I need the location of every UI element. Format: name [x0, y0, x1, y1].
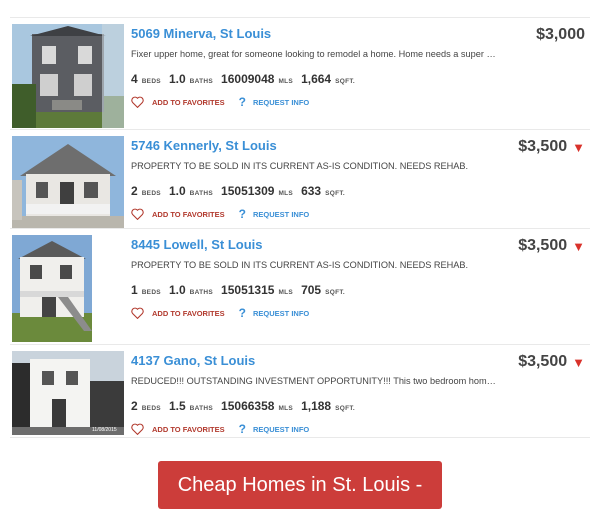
- price-drop-icon: ▼: [572, 354, 585, 370]
- heart-outline-icon: [131, 96, 144, 108]
- heart-outline-icon: [131, 208, 144, 220]
- request-info-label: REQUEST INFO: [253, 424, 310, 434]
- price-value: $3,000: [536, 26, 585, 43]
- cheap-homes-cta-button[interactable]: Cheap Homes in St. Louis -: [158, 461, 442, 509]
- add-to-favorites-button[interactable]: ADD TO FAVORITES: [131, 423, 225, 435]
- sqft-label: SQFT.: [335, 78, 356, 85]
- sqft-value: 1,188: [301, 399, 332, 413]
- listing-actions: ADD TO FAVORITES ? REQUEST INFO: [131, 207, 590, 221]
- mls-number: 16009048: [221, 72, 275, 86]
- request-info-label: REQUEST INFO: [253, 308, 310, 318]
- question-mark-icon: ?: [238, 207, 246, 221]
- listing-card: 5069 Minerva, St Louis $3,000 Fixer uppe…: [10, 18, 590, 128]
- listing-actions: ADD TO FAVORITES ? REQUEST INFO: [131, 422, 590, 436]
- request-info-button[interactable]: ? REQUEST INFO: [239, 207, 310, 221]
- listing-stats: 4 BEDS 1.0 BATHS 16009048 MLS 1,664 SQFT…: [131, 72, 590, 86]
- beds-label: BEDS: [141, 190, 161, 197]
- baths-label: BATHS: [189, 78, 214, 85]
- request-info-label: REQUEST INFO: [253, 97, 310, 107]
- beds-label: BEDS: [141, 289, 161, 296]
- price-value: $3,500: [518, 138, 568, 155]
- add-to-favorites-button[interactable]: ADD TO FAVORITES: [131, 96, 225, 108]
- listing-price: $3,500 ▼: [518, 353, 585, 371]
- mls-label: MLS: [278, 190, 294, 197]
- question-mark-icon: ?: [238, 422, 246, 436]
- listing-address-link[interactable]: 5069 Minerva, St Louis: [131, 26, 590, 41]
- add-to-favorites-label: ADD TO FAVORITES: [152, 209, 225, 219]
- baths-count: 1.5: [168, 399, 186, 413]
- listing-card: 8445 Lowell, St Louis $3,500 ▼ PROPERTY …: [10, 229, 590, 343]
- add-to-favorites-button[interactable]: ADD TO FAVORITES: [131, 307, 225, 319]
- listing-description: PROPERTY TO BE SOLD IN ITS CURRENT AS-IS…: [131, 260, 469, 270]
- listing-stats: 1 BEDS 1.0 BATHS 15051315 MLS 705 SQFT.: [131, 283, 590, 297]
- request-info-button[interactable]: ? REQUEST INFO: [239, 306, 310, 320]
- add-to-favorites-label: ADD TO FAVORITES: [152, 308, 225, 318]
- baths-count: 1.0: [168, 72, 186, 86]
- listing-price: $3,500 ▼: [518, 237, 585, 255]
- mls-label: MLS: [278, 405, 294, 412]
- photo-date-stamp: 11/08/2015: [92, 427, 117, 433]
- heart-outline-icon: [131, 307, 144, 319]
- listing-price: $3,000: [536, 26, 585, 44]
- divider: [10, 437, 590, 438]
- sqft-label: SQFT.: [325, 289, 346, 296]
- add-to-favorites-label: ADD TO FAVORITES: [152, 97, 225, 107]
- price-drop-icon: ▼: [572, 139, 585, 155]
- listing-stats: 2 BEDS 1.0 BATHS 15051309 MLS 633 SQFT.: [131, 184, 590, 198]
- mls-label: MLS: [278, 78, 294, 85]
- listing-description: REDUCED!!! OUTSTANDING INVESTMENT OPPORT…: [131, 376, 499, 386]
- sqft-value: 1,664: [301, 72, 332, 86]
- sqft-label: SQFT.: [335, 405, 356, 412]
- sqft-value: 633: [301, 184, 322, 198]
- baths-label: BATHS: [189, 405, 214, 412]
- listing-photo[interactable]: [12, 235, 92, 342]
- sqft-value: 705: [301, 283, 322, 297]
- question-mark-icon: ?: [238, 95, 246, 109]
- listing-photo[interactable]: 11/08/2015: [12, 351, 124, 435]
- listing-actions: ADD TO FAVORITES ? REQUEST INFO: [131, 95, 590, 109]
- question-mark-icon: ?: [238, 306, 246, 320]
- price-value: $3,500: [518, 353, 568, 370]
- mls-number: 15051309: [221, 184, 275, 198]
- beds-count: 2: [131, 399, 138, 413]
- add-to-favorites-button[interactable]: ADD TO FAVORITES: [131, 208, 225, 220]
- mls-number: 15066358: [221, 399, 275, 413]
- listing-price: $3,500 ▼: [518, 138, 585, 156]
- price-value: $3,500: [518, 237, 568, 254]
- request-info-button[interactable]: ? REQUEST INFO: [239, 95, 310, 109]
- mls-number: 15051315: [221, 283, 275, 297]
- request-info-button[interactable]: ? REQUEST INFO: [239, 422, 310, 436]
- sqft-label: SQFT.: [325, 190, 346, 197]
- listing-photo[interactable]: [12, 136, 124, 228]
- beds-count: 1: [131, 283, 138, 297]
- baths-label: BATHS: [189, 289, 214, 296]
- beds-label: BEDS: [141, 78, 161, 85]
- price-drop-icon: ▼: [572, 238, 585, 254]
- mls-label: MLS: [278, 289, 294, 296]
- beds-count: 2: [131, 184, 138, 198]
- listing-actions: ADD TO FAVORITES ? REQUEST INFO: [131, 306, 590, 320]
- baths-count: 1.0: [168, 283, 186, 297]
- listing-description: PROPERTY TO BE SOLD IN ITS CURRENT AS-IS…: [131, 161, 469, 171]
- request-info-label: REQUEST INFO: [253, 209, 310, 219]
- listing-card: 11/08/2015 4137 Gano, St Louis $3,500 ▼ …: [10, 345, 590, 437]
- baths-label: BATHS: [189, 190, 214, 197]
- add-to-favorites-label: ADD TO FAVORITES: [152, 424, 225, 434]
- heart-outline-icon: [131, 423, 144, 435]
- beds-count: 4: [131, 72, 138, 86]
- listing-description: Fixer upper home, great for someone look…: [131, 49, 499, 59]
- listing-photo[interactable]: [12, 24, 124, 128]
- listing-card: 5746 Kennerly, St Louis $3,500 ▼ PROPERT…: [10, 130, 590, 228]
- listing-stats: 2 BEDS 1.5 BATHS 15066358 MLS 1,188 SQFT…: [131, 399, 590, 413]
- baths-count: 1.0: [168, 184, 186, 198]
- beds-label: BEDS: [141, 405, 161, 412]
